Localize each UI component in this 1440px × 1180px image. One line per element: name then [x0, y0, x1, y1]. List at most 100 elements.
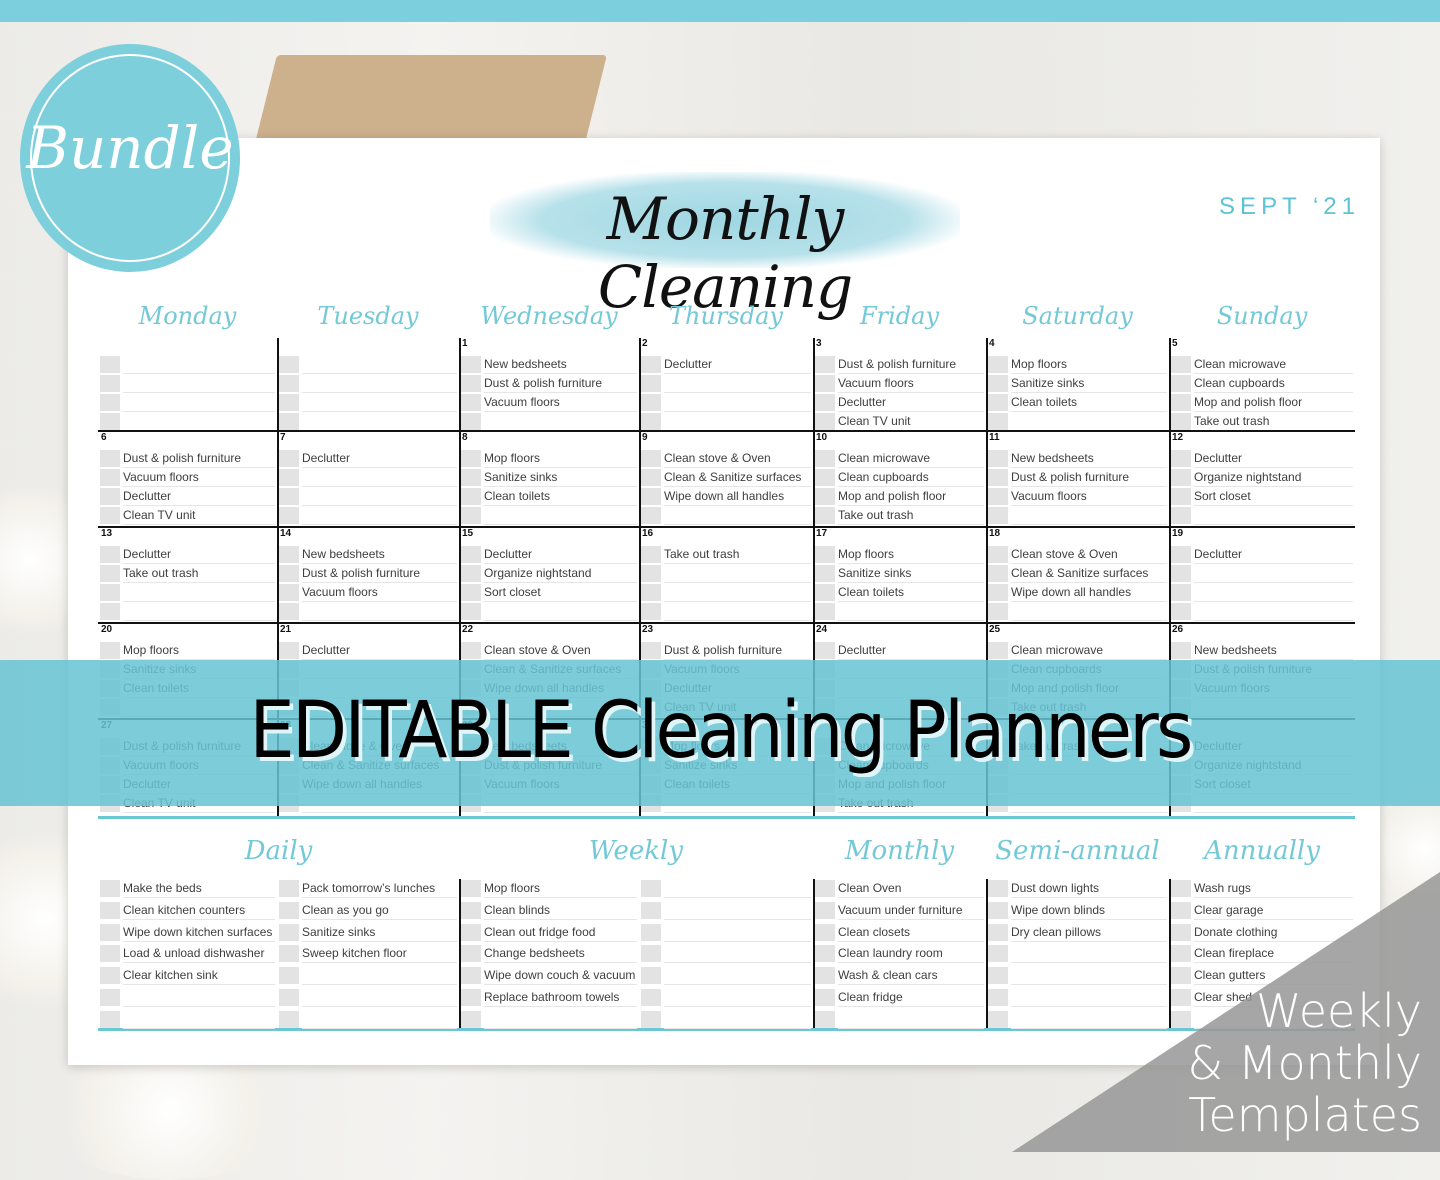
checkbox[interactable]	[641, 450, 661, 467]
task-field[interactable]: Clean cupboards	[838, 469, 984, 487]
task-field[interactable]	[123, 603, 275, 621]
task-field[interactable]: Sanitize sinks	[1011, 375, 1167, 393]
checkbox[interactable]	[641, 603, 661, 620]
task-field[interactable]: New bedsheets	[484, 356, 637, 374]
task-field[interactable]: Sweep kitchen floor	[302, 945, 457, 964]
checkbox[interactable]	[279, 989, 299, 1006]
task-field[interactable]	[484, 603, 637, 621]
task-field[interactable]: Clean & Sanitize surfaces	[1011, 565, 1167, 583]
checkbox[interactable]	[279, 1010, 299, 1028]
checkbox[interactable]	[461, 394, 481, 411]
task-field[interactable]: Clean closets	[838, 924, 984, 942]
checkbox[interactable]	[641, 413, 661, 430]
task-field[interactable]	[302, 989, 457, 1007]
task-field[interactable]	[1011, 945, 1167, 964]
checkbox[interactable]	[641, 967, 661, 985]
task-field[interactable]: Clean cupboards	[1194, 375, 1353, 393]
checkbox[interactable]	[641, 356, 661, 373]
checkbox[interactable]	[988, 356, 1008, 373]
task-field[interactable]	[664, 924, 811, 942]
checkbox[interactable]	[1171, 450, 1191, 467]
checkbox[interactable]	[461, 642, 481, 659]
checkbox[interactable]	[988, 923, 1008, 941]
checkbox[interactable]	[815, 450, 835, 467]
task-field[interactable]: Clear garage	[1194, 902, 1353, 920]
checkbox[interactable]	[988, 469, 1008, 486]
task-field[interactable]: Declutter	[302, 642, 457, 660]
checkbox[interactable]	[815, 469, 835, 486]
task-field[interactable]: Replace bathroom towels	[484, 989, 637, 1007]
task-field[interactable]: Dust & polish furniture	[664, 642, 811, 660]
checkbox[interactable]	[1171, 375, 1191, 392]
checkbox[interactable]	[988, 394, 1008, 411]
checkbox[interactable]	[641, 394, 661, 411]
checkbox[interactable]	[641, 469, 661, 486]
checkbox[interactable]	[100, 413, 120, 430]
checkbox[interactable]	[815, 603, 835, 620]
task-field[interactable]	[664, 902, 811, 920]
task-field[interactable]	[1011, 967, 1167, 986]
checkbox[interactable]	[100, 923, 120, 941]
task-field[interactable]: Dust & polish furniture	[302, 565, 457, 583]
checkbox[interactable]	[100, 450, 120, 467]
task-field[interactable]: Clean TV unit	[838, 413, 984, 431]
checkbox[interactable]	[815, 945, 835, 963]
checkbox[interactable]	[815, 507, 835, 524]
task-field[interactable]: Clean microwave	[838, 450, 984, 468]
checkbox[interactable]	[1171, 584, 1191, 601]
task-field[interactable]	[664, 1011, 811, 1029]
task-field[interactable]	[484, 413, 637, 431]
task-field[interactable]: Mop floors	[838, 546, 984, 564]
checkbox[interactable]	[461, 880, 481, 897]
checkbox[interactable]	[100, 642, 120, 659]
task-field[interactable]: Clean laundry room	[838, 945, 984, 964]
checkbox[interactable]	[461, 356, 481, 373]
checkbox[interactable]	[1171, 356, 1191, 373]
task-field[interactable]: Take out trash	[664, 546, 811, 564]
task-field[interactable]	[1194, 603, 1353, 621]
checkbox[interactable]	[988, 584, 1008, 601]
checkbox[interactable]	[641, 945, 661, 963]
checkbox[interactable]	[100, 469, 120, 486]
checkbox[interactable]	[279, 469, 299, 486]
task-field[interactable]: Dust & polish furniture	[484, 375, 637, 393]
checkbox[interactable]	[988, 507, 1008, 524]
task-field[interactable]: Dry clean pillows	[1011, 924, 1167, 942]
task-field[interactable]: Clean toilets	[484, 488, 637, 506]
checkbox[interactable]	[461, 923, 481, 941]
task-field[interactable]: Dust & polish furniture	[123, 450, 275, 468]
checkbox[interactable]	[988, 967, 1008, 985]
checkbox[interactable]	[815, 642, 835, 659]
task-field[interactable]: Clean toilets	[838, 584, 984, 602]
checkbox[interactable]	[815, 488, 835, 505]
checkbox[interactable]	[1171, 603, 1191, 620]
task-field[interactable]: Mop floors	[1011, 356, 1167, 374]
task-field[interactable]	[664, 507, 811, 525]
checkbox[interactable]	[100, 901, 120, 919]
task-field[interactable]	[302, 356, 457, 374]
task-field[interactable]	[664, 584, 811, 602]
checkbox[interactable]	[100, 967, 120, 985]
task-field[interactable]	[664, 967, 811, 986]
task-field[interactable]: Wipe down couch & vacuum	[484, 967, 637, 986]
checkbox[interactable]	[1171, 413, 1191, 430]
checkbox[interactable]	[461, 967, 481, 985]
checkbox[interactable]	[279, 945, 299, 963]
task-field[interactable]	[664, 375, 811, 393]
task-field[interactable]: Clean kitchen counters	[123, 902, 275, 920]
task-field[interactable]	[1194, 584, 1353, 602]
checkbox[interactable]	[815, 923, 835, 941]
task-field[interactable]	[123, 1011, 275, 1029]
task-field[interactable]: Vacuum floors	[484, 394, 637, 412]
task-field[interactable]: Mop floors	[484, 880, 637, 898]
task-field[interactable]	[123, 356, 275, 374]
checkbox[interactable]	[279, 642, 299, 659]
task-field[interactable]	[302, 507, 457, 525]
task-field[interactable]	[1194, 507, 1353, 525]
checkbox[interactable]	[461, 1010, 481, 1028]
task-field[interactable]: Mop and polish floor	[1194, 394, 1353, 412]
task-field[interactable]: Make the beds	[123, 880, 275, 898]
checkbox[interactable]	[1171, 546, 1191, 563]
task-field[interactable]: New bedsheets	[1194, 642, 1353, 660]
checkbox[interactable]	[815, 1010, 835, 1028]
